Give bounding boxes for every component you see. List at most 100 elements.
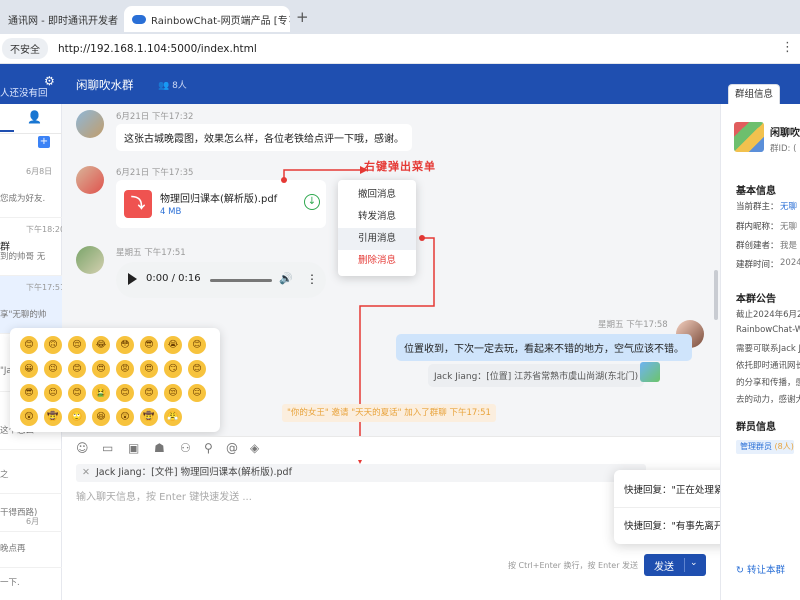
emoji-item[interactable]: 😭 xyxy=(164,336,182,354)
add-icon[interactable]: + xyxy=(38,136,50,148)
emoji-item[interactable]: 😆 xyxy=(92,408,110,426)
group-card-icon[interactable]: ⚇ xyxy=(180,441,191,455)
conversation-item[interactable]: 下午17:51 享"无聊的帅 xyxy=(0,276,66,334)
emoji-item[interactable]: 😳 xyxy=(116,336,134,354)
security-badge[interactable]: 不安全 xyxy=(2,38,48,59)
composer-toolbar: ☺ ▭ ▣ ☗ ⚇ ⚲ @ ◈ xyxy=(62,436,720,460)
emoji-item[interactable]: 🤠 xyxy=(140,408,158,426)
close-icon[interactable]: ✕ xyxy=(82,467,90,478)
gear-icon[interactable]: ⚙ xyxy=(44,74,55,88)
quoted-location[interactable]: Jack Jiang：[位置] 江苏省常熟市虞山尚湖(东北门) xyxy=(428,364,645,387)
url-text[interactable]: http://192.168.1.104:5000/index.html xyxy=(58,43,257,55)
message-bubble[interactable]: 这张古城晚霞图，效果怎么样，各位老铁给点评一下哦，感谢。 xyxy=(116,124,412,151)
group-name: 闲聊吹 xyxy=(770,128,800,139)
emoji-item[interactable]: 😍 xyxy=(92,360,110,378)
menu-item-forward[interactable]: 转发消息 xyxy=(338,206,416,228)
contact-card-icon[interactable]: ☗ xyxy=(154,441,165,455)
emoji-item[interactable]: 😊 xyxy=(188,360,206,378)
conversation-time: 下午18:20 xyxy=(26,225,66,234)
menu-item-quote[interactable]: 引用消息 xyxy=(338,228,416,250)
emoji-item[interactable]: 🙃 xyxy=(44,336,62,354)
emoji-item[interactable]: 🤮 xyxy=(92,384,110,402)
emoji-item[interactable]: 😊 xyxy=(68,384,86,402)
send-label: 发送 xyxy=(654,562,674,573)
emoji-item[interactable]: 😊 xyxy=(20,336,38,354)
browser-menu-icon[interactable]: ⋮ xyxy=(781,40,794,55)
audio-progress[interactable] xyxy=(210,279,272,282)
send-button[interactable]: 发送 ⌄ xyxy=(644,554,706,576)
emoji-item[interactable]: 😡 xyxy=(116,360,134,378)
chevron-down-icon[interactable]: ⌄ xyxy=(690,558,698,568)
tab-label: RainbowChat-网页端产品 [专 xyxy=(151,15,288,27)
emoji-item[interactable]: 😲 xyxy=(20,408,38,426)
location-icon[interactable]: ⚲ xyxy=(204,441,213,455)
message-input[interactable]: 输入聊天信息，按 Enter 键快速发送 ... xyxy=(76,488,252,503)
emoji-item[interactable]: 😑 xyxy=(188,384,206,402)
folder-icon[interactable]: ▭ xyxy=(102,441,113,455)
tab-group-info[interactable]: 群组信息 xyxy=(728,84,780,104)
avatar[interactable] xyxy=(76,246,104,274)
emoji-item[interactable]: 🤠 xyxy=(44,408,62,426)
emoji-item[interactable]: 😐 xyxy=(44,384,62,402)
transfer-group-button[interactable]: ↻ 转让本群 xyxy=(736,562,785,576)
info-value: 2024 xyxy=(780,258,800,268)
emoji-item[interactable]: 😉 xyxy=(44,360,62,378)
avatar[interactable] xyxy=(76,166,104,194)
manage-members-tag[interactable]: 管理群员 (8人) xyxy=(736,440,794,454)
emoji-item[interactable]: 😀 xyxy=(20,360,38,378)
message-bubble[interactable]: 位置收到，下次一定去玩，看起来不错的地方，空气应该不错。 xyxy=(396,334,692,361)
message-time: 6月21日 下午17:32 xyxy=(116,112,194,122)
scrollbar[interactable] xyxy=(714,270,718,320)
emoji-item[interactable]: 😏 xyxy=(164,360,182,378)
address-bar[interactable]: 不安全 http://192.168.1.104:5000/index.html xyxy=(0,34,800,64)
context-menu: 撤回消息 转发消息 引用消息 删除消息 xyxy=(338,180,416,276)
image-icon[interactable]: ▣ xyxy=(128,441,139,455)
info-label: 当前群主： xyxy=(736,202,779,212)
emoji-item[interactable]: 😍 xyxy=(140,360,158,378)
avatar[interactable] xyxy=(76,110,104,138)
contacts-icon[interactable]: 👤 xyxy=(27,110,42,124)
emoji-item[interactable]: 😌 xyxy=(68,336,86,354)
emoji-item[interactable]: 😲 xyxy=(116,408,134,426)
emoji-item[interactable]: 😊 xyxy=(116,384,134,402)
file-size: 4 MB xyxy=(160,207,182,217)
menu-item-delete[interactable]: 删除消息 xyxy=(338,250,416,272)
map-icon[interactable] xyxy=(640,362,660,382)
info-label: 群创建者： xyxy=(736,241,779,251)
play-icon[interactable] xyxy=(128,273,137,285)
info-value: 无聊 xyxy=(780,222,798,232)
basic-info-title: 基本信息 xyxy=(736,186,776,197)
conversation-item[interactable]: 一下. xyxy=(0,544,62,600)
emoji-icon[interactable]: ☺ xyxy=(76,441,89,455)
emoji-item[interactable]: 😒 xyxy=(164,384,182,402)
new-tab-icon[interactable]: + xyxy=(296,8,309,26)
emoji-item[interactable]: 😊 xyxy=(188,336,206,354)
group-avatar xyxy=(734,122,764,152)
conversation-item[interactable]: 下午18:20 群到的帅哥 无 xyxy=(0,218,66,276)
info-value[interactable]: 无聊 xyxy=(780,200,797,212)
emoji-item[interactable]: 🙄 xyxy=(68,408,86,426)
notice-line: RainbowChat-W xyxy=(736,325,800,335)
eraser-icon[interactable]: ◈ xyxy=(250,441,259,455)
members-title: 群员信息 xyxy=(736,422,776,433)
browser-tab-bar: 通讯网 - 即时通讯开发者社 ✕ RainbowChat-网页端产品 [专 ✕ … xyxy=(0,0,800,34)
notice-line: 去的动力，感谢大 xyxy=(736,395,800,405)
conversation-item[interactable]: 6月8日 您成为好友. xyxy=(0,160,62,218)
close-icon[interactable]: ✕ xyxy=(288,13,290,26)
conversation-preview: 一下. xyxy=(0,578,20,588)
browser-tab-rainbowchat[interactable]: RainbowChat-网页端产品 [专 ✕ xyxy=(124,6,290,32)
mention-icon[interactable]: @ xyxy=(226,441,238,455)
menu-item-recall[interactable]: 撤回消息 xyxy=(338,184,416,206)
conversation-time: 下午17:51 xyxy=(26,283,66,292)
emoji-item[interactable]: 😂 xyxy=(92,336,110,354)
browser-tab-im-dev[interactable]: 通讯网 - 即时通讯开发者社 ✕ xyxy=(0,6,118,32)
active-tab-indicator xyxy=(0,130,14,132)
emoji-item[interactable]: 😎 xyxy=(140,336,158,354)
emoji-item[interactable]: 😎 xyxy=(20,384,38,402)
emoji-item[interactable]: 😊 xyxy=(140,384,158,402)
message-time: 6月21日 下午17:35 xyxy=(116,168,194,178)
quote-preview: ✕ Jack Jiang：[文件] 物理回归课本(解析版).pdf xyxy=(76,464,646,482)
emoji-item[interactable]: 😤 xyxy=(164,408,182,426)
members-count: (8人) xyxy=(774,442,794,451)
emoji-item[interactable]: 😊 xyxy=(68,360,86,378)
